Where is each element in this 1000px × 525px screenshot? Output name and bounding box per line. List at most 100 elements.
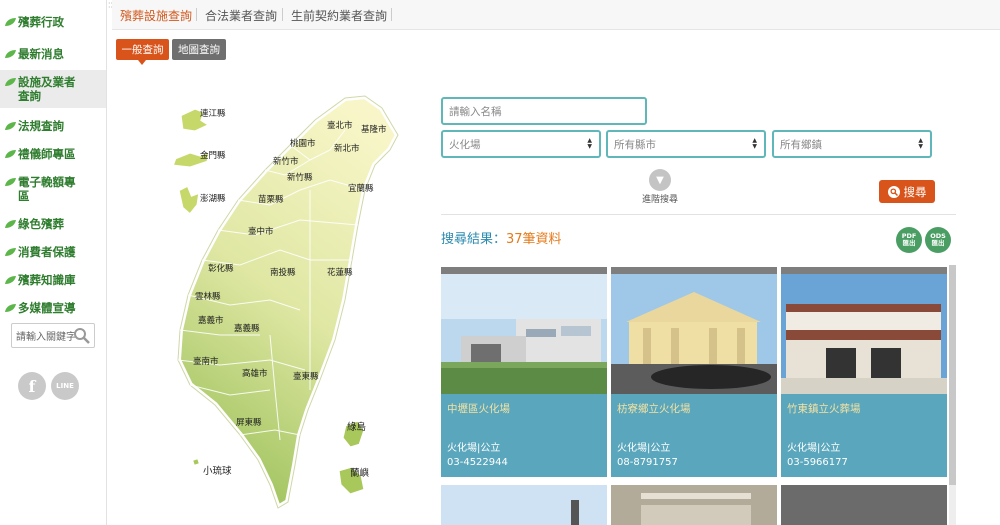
facebook-icon[interactable]: f xyxy=(18,372,46,400)
map-label[interactable]: 南投縣 xyxy=(270,266,296,278)
tab-separator xyxy=(282,8,283,21)
map-label[interactable]: 澎湖縣 xyxy=(200,192,226,204)
map-label[interactable]: 蘭嶼 xyxy=(350,465,369,479)
map-label[interactable]: 嘉義縣 xyxy=(234,322,260,334)
line-glyph: LINE xyxy=(56,382,74,390)
map-label[interactable]: 彰化縣 xyxy=(208,262,234,274)
map-label[interactable]: 小琉球 xyxy=(203,463,232,477)
map-label[interactable]: 苗栗縣 xyxy=(258,193,284,205)
sidebar-item-regulations[interactable]: 法規查詢 xyxy=(0,114,106,138)
card-top-strip xyxy=(611,267,777,274)
xiaoliuqiu-island[interactable] xyxy=(190,456,202,468)
map-label[interactable]: 基隆市 xyxy=(361,123,387,135)
map-label[interactable]: 綠島 xyxy=(347,419,366,433)
scrollbar-thumb[interactable] xyxy=(949,265,956,485)
township-select[interactable]: 所有鄉鎮 ▲ ▼ xyxy=(772,130,932,158)
facility-photo xyxy=(781,274,947,394)
map-label[interactable]: 臺北市 xyxy=(327,119,353,131)
map-label[interactable]: 新北市 xyxy=(334,142,360,154)
facility-type: 火化場|公立 xyxy=(617,443,671,454)
tab-separator xyxy=(391,8,392,21)
county-select[interactable]: 所有縣市 ▲ ▼ xyxy=(606,130,766,158)
map-label[interactable]: 臺中市 xyxy=(248,225,274,237)
tab-funeral-facilities[interactable]: 殯葬設施查詢 xyxy=(120,7,192,24)
subtab-general-search[interactable]: 一般查詢 xyxy=(116,39,169,65)
leaf-icon xyxy=(5,178,16,186)
search-icon xyxy=(887,185,900,198)
sidebar-item-consumer[interactable]: 消費者保護 xyxy=(0,240,106,264)
facility-type: 火化場|公立 xyxy=(787,443,841,454)
sidebar-item-news[interactable]: 最新消息 xyxy=(0,42,106,66)
taiwan-map: 連江縣 金門縣 澎湖縣 臺北市 基隆市 桃園市 新北市 新竹市 新竹縣 宜蘭縣 … xyxy=(160,90,420,520)
sidebar-item-label: 多媒體宣導 xyxy=(18,301,76,315)
subtab-map-search[interactable]: 地圖查詢 xyxy=(172,39,226,60)
map-label[interactable]: 新竹縣 xyxy=(287,171,313,183)
result-card[interactable]: 枋寮鄉立火化場 火化場|公立 08-8791757 xyxy=(611,267,777,477)
sidebar-item-multimedia[interactable]: 多媒體宣導 xyxy=(0,296,106,320)
county-value: 所有縣市 xyxy=(614,138,656,151)
map-label[interactable]: 連江縣 xyxy=(200,107,226,119)
facility-phone: 08-8791757 xyxy=(617,457,678,468)
map-label[interactable]: 宜蘭縣 xyxy=(348,182,374,194)
result-card[interactable]: 中壢區火化場 火化場|公立 03-4522944 xyxy=(441,267,607,477)
divider xyxy=(441,214,956,215)
facility-phone: 03-5966177 xyxy=(787,457,848,468)
map-label[interactable]: 高雄市 xyxy=(242,367,268,379)
leaf-icon xyxy=(5,220,16,228)
map-label[interactable]: 臺南市 xyxy=(193,355,219,367)
sidebar-item-green-funeral[interactable]: 綠色殯葬 xyxy=(0,212,106,236)
leaf-icon xyxy=(5,18,16,26)
sidebar: 殯葬行政 最新消息 設施及業者查詢 法規查詢 禮儀師專區 電子輓額專區 綠色殯葬… xyxy=(0,0,107,525)
result-card[interactable] xyxy=(781,485,947,525)
ods-export-button[interactable]: ODS 匯出 xyxy=(925,227,951,253)
tab-separator xyxy=(196,8,197,21)
penghu-island[interactable] xyxy=(176,182,202,218)
search-icon[interactable] xyxy=(73,327,91,345)
facility-name[interactable]: 中壢區火化場 xyxy=(447,401,510,416)
map-label[interactable]: 嘉義市 xyxy=(198,314,224,326)
sidebar-item-funeral-admin[interactable]: 殯葬行政 xyxy=(0,10,106,34)
sidebar-item-ceremonialist[interactable]: 禮儀師專區 xyxy=(0,142,106,166)
line-icon[interactable]: LINE xyxy=(51,372,79,400)
sidebar-item-label: 法規查詢 xyxy=(18,119,64,133)
leaf-icon xyxy=(5,78,16,86)
search-button-label: 搜尋 xyxy=(903,184,927,199)
name-placeholder: 請輸入名稱 xyxy=(449,105,502,118)
result-card[interactable] xyxy=(441,485,607,525)
facility-type-select[interactable]: 火化場 ▲ ▼ xyxy=(441,130,601,158)
map-label[interactable]: 金門縣 xyxy=(200,149,226,161)
sidebar-search-input[interactable]: 請輸入關鍵字 xyxy=(11,323,95,348)
name-search-input[interactable]: 請輸入名稱 xyxy=(441,97,647,125)
sidebar-item-label: 禮儀師專區 xyxy=(18,147,76,161)
leaf-icon xyxy=(5,122,16,130)
tab-prepaid-contract[interactable]: 生前契約業者查詢 xyxy=(291,7,387,24)
map-label[interactable]: 雲林縣 xyxy=(195,290,221,302)
map-label[interactable]: 花蓮縣 xyxy=(327,266,353,278)
map-label[interactable]: 新竹市 xyxy=(273,155,299,167)
result-card[interactable] xyxy=(611,485,777,525)
facility-phone: 03-4522944 xyxy=(447,457,508,468)
sidebar-item-label: 設施及業者查詢 xyxy=(18,75,76,103)
facility-name[interactable]: 枋寮鄉立火化場 xyxy=(617,401,691,416)
leaf-icon xyxy=(5,50,16,58)
search-button[interactable]: 搜尋 xyxy=(879,180,935,203)
leaf-icon xyxy=(5,150,16,158)
map-label[interactable]: 桃園市 xyxy=(290,137,316,149)
map-label[interactable]: 屏東縣 xyxy=(236,416,262,428)
leaf-icon xyxy=(5,304,16,312)
sidebar-item-label: 電子輓額專區 xyxy=(18,175,76,203)
result-card[interactable]: 竹東鎮立火葬場 火化場|公立 03-5966177 xyxy=(781,267,947,477)
advanced-search-toggle[interactable]: ▼ 進階搜尋 xyxy=(630,169,690,205)
map-label[interactable]: 臺東縣 xyxy=(293,370,319,382)
sidebar-item-facilities[interactable]: 設施及業者查詢 xyxy=(0,70,106,108)
facility-type-value: 火化場 xyxy=(449,138,481,151)
sidebar-item-e-elegy[interactable]: 電子輓額專區 xyxy=(0,170,106,208)
facebook-glyph: f xyxy=(28,376,36,396)
results-scrollbar[interactable] xyxy=(949,265,956,525)
sidebar-item-knowledge[interactable]: 殯葬知識庫 xyxy=(0,268,106,292)
facility-type: 火化場|公立 xyxy=(447,443,501,454)
leaf-icon xyxy=(5,276,16,284)
facility-name[interactable]: 竹東鎮立火葬場 xyxy=(787,401,861,416)
pdf-export-button[interactable]: PDF 匯出 xyxy=(896,227,922,253)
tab-legal-operators[interactable]: 合法業者查詢 xyxy=(205,7,277,24)
